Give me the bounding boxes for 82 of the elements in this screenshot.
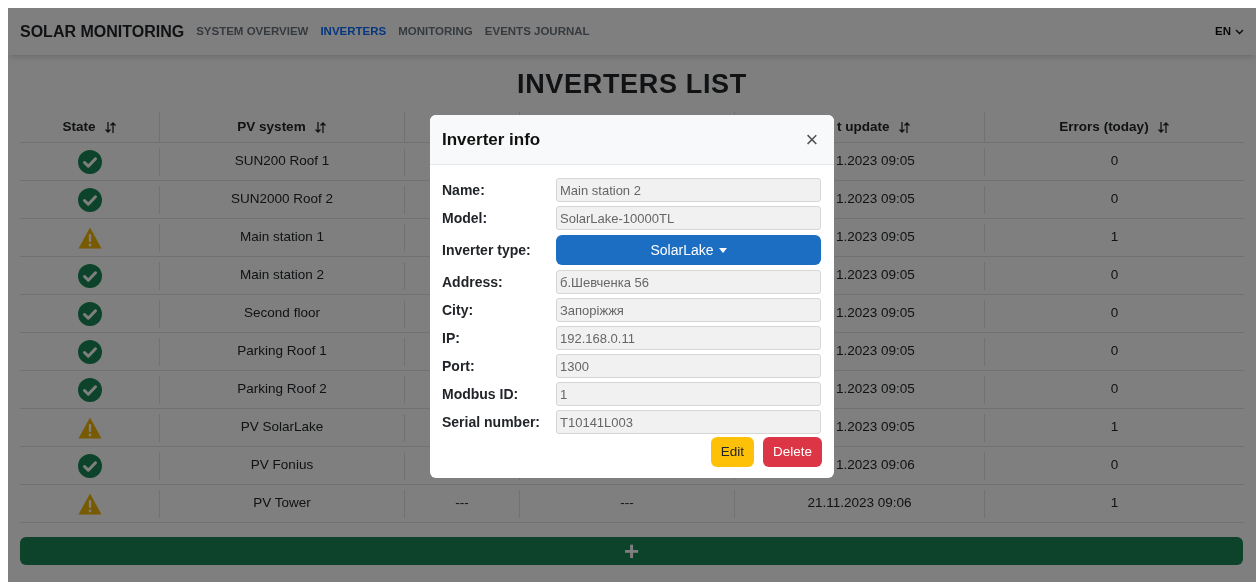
table-cell-text: Second floor xyxy=(244,304,320,323)
field-label: Modbus ID: xyxy=(442,384,520,404)
field-label: City: xyxy=(442,300,475,320)
field-label: Port: xyxy=(442,356,476,376)
caret-icon xyxy=(718,247,727,253)
warning-icon xyxy=(77,225,102,250)
field-label: Address: xyxy=(442,272,504,292)
input-field[interactable]: T10141L003 xyxy=(556,410,821,434)
field-label: IP: xyxy=(442,328,461,348)
column-header[interactable]: Errors (today) xyxy=(1059,117,1149,138)
field-label: Serial number: xyxy=(442,412,542,432)
column-header[interactable]: PV system xyxy=(237,117,306,138)
check-circle-icon xyxy=(77,263,102,288)
input-field[interactable]: SolarLake-10000TL xyxy=(556,206,821,230)
table-cell-text: 1.2023 09:05 xyxy=(836,152,915,171)
table-cell-text: 1.2023 09:05 xyxy=(836,342,915,361)
input-field[interactable]: Запоріжжя xyxy=(556,298,821,322)
check-circle-icon xyxy=(77,187,102,212)
table-cell-text: --- xyxy=(620,494,634,513)
table-cell-text: 0 xyxy=(1110,190,1119,209)
input-field[interactable]: 1 xyxy=(556,382,821,406)
table-cell-text: 1.2023 09:05 xyxy=(836,228,915,247)
input-field[interactable]: 192.168.0.11 xyxy=(556,326,821,350)
column-header[interactable]: State xyxy=(62,117,96,138)
sort-icon[interactable] xyxy=(1156,121,1170,134)
table-cell-text: PV Fonius xyxy=(250,456,314,475)
modal-title: Inverter info xyxy=(442,128,541,151)
page-title: INVERTERS LIST xyxy=(517,68,747,100)
type-dropdown[interactable]: SolarLake xyxy=(556,235,821,265)
nav-link[interactable]: INVERTERS xyxy=(320,22,387,41)
sort-icon[interactable] xyxy=(103,121,117,134)
check-circle-icon xyxy=(77,377,102,402)
table-cell-text: Parking Roof 1 xyxy=(237,342,327,361)
table-cell-text: 0 xyxy=(1110,152,1119,171)
nav-link[interactable]: MONITORING xyxy=(398,22,473,41)
table-cell-text: SUN200 Roof 1 xyxy=(234,152,330,171)
table-cell-text: 1.2023 09:05 xyxy=(836,418,915,437)
field-label: Name: xyxy=(442,180,486,200)
nav-link[interactable]: SYSTEM OVERVIEW xyxy=(196,22,309,41)
table-cell-text: 1.2023 09:05 xyxy=(836,266,915,285)
table-cell-text: 0 xyxy=(1110,342,1119,361)
input-field[interactable]: Main station 2 xyxy=(556,178,821,202)
nav-link[interactable]: EVENTS JOURNAL xyxy=(484,22,590,41)
input-field[interactable]: б.Шевченка 56 xyxy=(556,270,821,294)
sort-icon[interactable] xyxy=(313,121,327,134)
table-cell-text: 1.2023 09:05 xyxy=(836,380,915,399)
table-cell-text: 0 xyxy=(1110,266,1119,285)
column-header[interactable]: t update xyxy=(837,117,890,138)
table-cell-text: 1.2023 09:05 xyxy=(836,190,915,209)
delete-button[interactable]: Delete xyxy=(762,437,822,467)
input-field[interactable]: 1300 xyxy=(556,354,821,378)
table-cell-text: 1.2023 09:05 xyxy=(836,304,915,323)
add-button[interactable]: + xyxy=(20,537,1243,565)
table-cell-text: Main station 1 xyxy=(239,228,324,247)
field-label: Model: xyxy=(442,208,489,228)
field-label: Inverter type: xyxy=(442,240,532,260)
language-dropdown[interactable]: EN xyxy=(1215,22,1244,41)
table-cell-text: 0 xyxy=(1110,456,1119,475)
table-cell-text: 1 xyxy=(1110,418,1119,437)
sort-icon[interactable] xyxy=(897,121,911,134)
edit-button[interactable]: Edit xyxy=(710,437,754,467)
warning-icon xyxy=(77,415,102,440)
table-cell-text: PV Tower xyxy=(253,494,311,513)
table-cell-text: 1 xyxy=(1110,494,1119,513)
check-circle-icon xyxy=(77,301,102,326)
warning-icon xyxy=(77,491,102,516)
table-cell-text: PV SolarLake xyxy=(240,418,324,437)
table-cell-text: 1 xyxy=(1110,228,1119,247)
check-circle-icon xyxy=(77,339,102,364)
table-cell-text: 21.11.2023 09:06 xyxy=(807,494,912,513)
check-circle-icon xyxy=(77,453,102,478)
table-cell-text: Main station 2 xyxy=(239,266,324,285)
close-button[interactable]: × xyxy=(802,129,822,150)
check-circle-icon xyxy=(77,149,102,174)
table-cell-text: 1.2023 09:06 xyxy=(836,456,915,475)
chevron-down-icon xyxy=(1235,28,1244,35)
table-cell-text: --- xyxy=(455,494,469,513)
table-cell-text: Parking Roof 2 xyxy=(237,380,327,399)
table-cell-text: 0 xyxy=(1110,380,1119,399)
brand-title: SOLAR MONITORING xyxy=(20,21,185,42)
table-cell-text: SUN2000 Roof 2 xyxy=(230,190,334,209)
table-cell-text: 0 xyxy=(1110,304,1119,323)
